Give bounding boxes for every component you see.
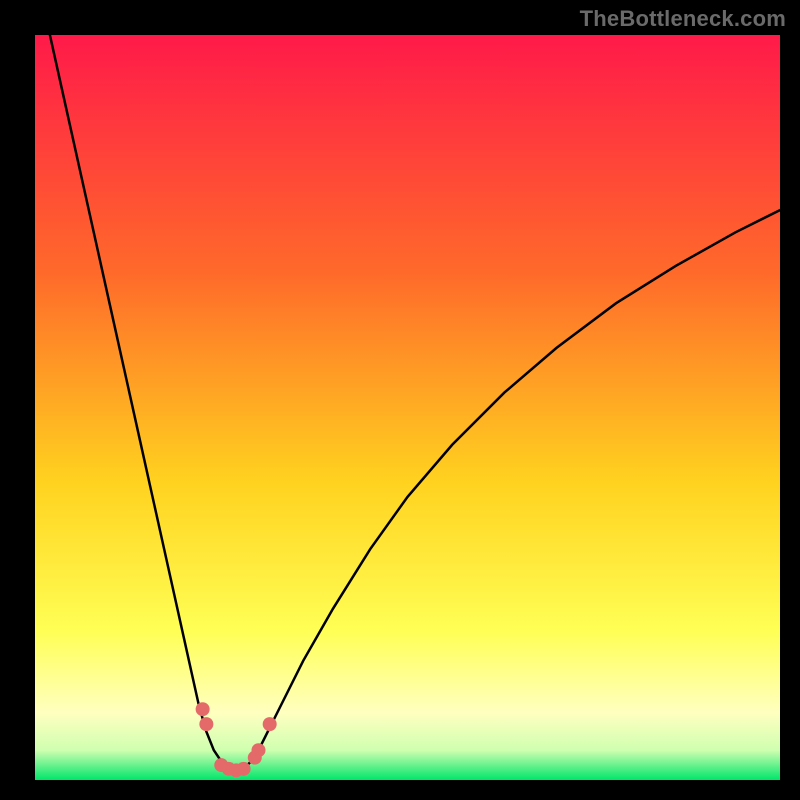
chart-frame: TheBottleneck.com xyxy=(0,0,800,800)
plot-area xyxy=(35,35,780,780)
data-point-8 xyxy=(263,717,277,731)
watermark-text: TheBottleneck.com xyxy=(580,6,786,32)
bottleneck-curve xyxy=(35,35,780,780)
data-point-0 xyxy=(196,702,210,716)
data-point-5 xyxy=(237,762,251,776)
curve-left-branch xyxy=(50,35,236,773)
data-point-1 xyxy=(199,717,213,731)
data-point-7 xyxy=(252,743,266,757)
curve-right-branch xyxy=(236,210,780,772)
